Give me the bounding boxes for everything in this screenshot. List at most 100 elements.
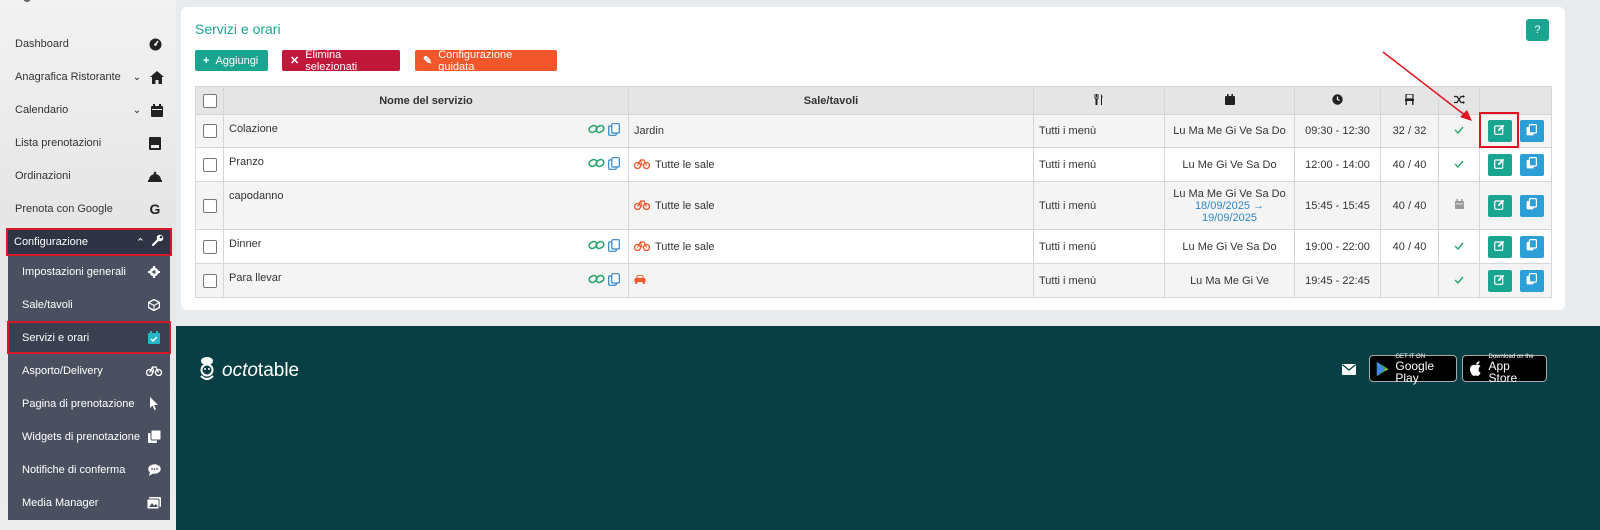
- column-header-days[interactable]: [1164, 86, 1295, 115]
- sidebar-item-media-manager[interactable]: Media Manager: [8, 487, 170, 518]
- row-checkbox[interactable]: [202, 157, 217, 172]
- row-checkbox[interactable]: [202, 124, 217, 138]
- bike-icon: [633, 158, 651, 172]
- google-play-badge[interactable]: GET IT ON Google Play: [1369, 354, 1457, 385]
- sidebar-item-widgets-prenotazione[interactable]: Widgets di prenotazione: [8, 421, 170, 452]
- config-submenu: Impostazioni generali Sale/tavoli Serviz…: [7, 256, 171, 520]
- table-row[interactable]: Colazione Jardin Tutti i menù Lu Ma Me Gi V…: [195, 114, 1552, 148]
- sidebar-item-asporto-delivery[interactable]: Asporto/Delivery: [8, 355, 170, 386]
- table-row[interactable]: Para llevar Tutti i menù Lu Ma Me Gi Ve 19:…: [195, 263, 1552, 298]
- app-store-big: App Store: [1488, 358, 1518, 385]
- sidebar-item-dashboard[interactable]: Dashboard: [0, 29, 176, 59]
- sidebar-item-sale-tavoli[interactable]: Sale/tavoli: [8, 289, 170, 320]
- sidebar-item-configurazione[interactable]: Configurazione ⌃: [6, 228, 172, 256]
- wrench-icon: [151, 234, 164, 250]
- sidebar-item-ordinazioni[interactable]: Ordinazioni: [0, 161, 176, 191]
- column-header-hours[interactable]: [1294, 86, 1381, 115]
- rooms-cell: [628, 263, 1034, 298]
- sidebar-item-prenota-google[interactable]: Prenota con Google G: [0, 194, 176, 224]
- row-checkbox[interactable]: [202, 273, 217, 288]
- plus-icon: +: [203, 54, 210, 67]
- table-row[interactable]: Pranzo Tutte le sale Tutti i menù Lu Me Gi …: [195, 147, 1552, 182]
- hours-cell: 15:45 - 15:45: [1294, 181, 1381, 230]
- sidebar-item-servizi-orari[interactable]: Servizi e orari: [7, 321, 171, 354]
- pencil-icon: ✎: [423, 55, 433, 67]
- covers-cell: [1380, 263, 1439, 298]
- status-cell: [1438, 263, 1480, 298]
- app-store-badge[interactable]: Download on the App Store: [1462, 354, 1547, 385]
- row-checkbox[interactable]: [202, 239, 217, 254]
- menu-cell: Tutti i menù: [1033, 114, 1165, 148]
- copy-icon: [1526, 273, 1538, 288]
- copy-link-icon[interactable]: [608, 123, 620, 139]
- sidebar-item-label: Widgets di prenotazione: [22, 430, 141, 443]
- select-all-checkbox[interactable]: [202, 93, 217, 108]
- close-icon: ✕: [290, 55, 300, 67]
- copy-icon: [1526, 157, 1538, 172]
- chevron-down-icon: ⌄: [132, 104, 142, 116]
- sidebar-item-impostazioni-generali[interactable]: Impostazioni generali: [8, 256, 170, 287]
- help-button[interactable]: ?: [1526, 19, 1549, 41]
- sidebar: Dashboard Anagrafica Ristorante ⌄ Calend…: [0, 0, 176, 530]
- duplicate-button[interactable]: [1519, 269, 1544, 292]
- sidebar-item-calendario[interactable]: Calendario ⌄: [0, 95, 176, 125]
- duplicate-button[interactable]: [1519, 120, 1544, 142]
- duplicate-button[interactable]: [1519, 235, 1544, 258]
- duplicate-button[interactable]: [1519, 153, 1544, 176]
- days-value: Lu Me Gi Ve Sa Do: [1182, 240, 1277, 253]
- link-icon[interactable]: [588, 123, 605, 139]
- sidebar-item-label: Sale/tavoli: [22, 298, 73, 311]
- edit-icon: [1494, 240, 1505, 254]
- chat-icon: [146, 463, 162, 476]
- sidebar-item-notifiche-conferma[interactable]: Notifiche di conferma: [8, 454, 170, 485]
- copy-link-icon[interactable]: [608, 238, 620, 255]
- edit-button[interactable]: [1487, 235, 1512, 258]
- table-row[interactable]: Dinner Tutte le sale Tutti i menù Lu Me Gi …: [195, 229, 1552, 264]
- menu-cell: Tutti i menù: [1033, 229, 1165, 264]
- copy-link-icon[interactable]: [608, 156, 620, 173]
- actions-cell: [1479, 263, 1552, 298]
- select-cell: [195, 114, 224, 148]
- service-name-cell: Dinner: [223, 229, 629, 264]
- days-cell: Lu Me Gi Ve Sa Do: [1164, 147, 1295, 182]
- sidebar-item-lista-prenotazioni[interactable]: Lista prenotazioni: [0, 128, 176, 158]
- sidebar-item-label: Pagina di prenotazione: [22, 397, 135, 410]
- guided-config-button[interactable]: ✎ Configurazione guidata: [415, 48, 557, 73]
- covers-cell: 40 / 40: [1380, 229, 1439, 264]
- column-header-menu[interactable]: [1033, 86, 1165, 115]
- delete-selected-button[interactable]: ✕ Elimina selezionati: [282, 49, 400, 73]
- sidebar-item-label: Impostazioni generali: [22, 265, 126, 278]
- edit-button[interactable]: [1487, 269, 1512, 292]
- days-cell: Lu Ma Me Gi Ve Sa Do 18/09/2025 → 19/09/2…: [1164, 181, 1295, 230]
- row-checkbox[interactable]: [202, 198, 217, 213]
- google-play-big: Google Play: [1395, 358, 1435, 385]
- edit-button[interactable]: [1487, 194, 1512, 217]
- link-icon[interactable]: [588, 157, 605, 173]
- calendar-icon: [148, 103, 166, 117]
- bike-icon: [146, 365, 162, 376]
- table-header-row: Nome del servizio Sale/tavoli: [195, 86, 1552, 115]
- sidebar-item-pagina-prenotazione[interactable]: Pagina di prenotazione: [8, 388, 170, 419]
- duplicate-button[interactable]: [1519, 194, 1544, 217]
- add-button[interactable]: + Aggiungi: [195, 50, 268, 71]
- edit-icon: [1494, 199, 1505, 213]
- guided-button-label: Configurazione guidata: [438, 48, 513, 73]
- column-header-name[interactable]: Nome del servizio: [223, 86, 629, 115]
- service-name: Para llevar: [229, 272, 282, 284]
- menu-cell: Tutti i menù: [1033, 181, 1165, 230]
- services-card: Servizi e orari ? + Aggiungi ✕ Elimina s…: [181, 7, 1565, 310]
- days-cell: Lu Ma Me Gi Ve Sa Do: [1164, 114, 1295, 148]
- gear-icon: [146, 265, 162, 278]
- octotable-logo: octo table: [198, 356, 299, 382]
- link-icon[interactable]: [588, 273, 605, 289]
- column-header-rooms[interactable]: Sale/tavoli: [628, 86, 1034, 115]
- mail-icon[interactable]: [1342, 364, 1356, 378]
- rooms-cell: Tutte le sale: [628, 147, 1034, 182]
- play-icon: [1376, 361, 1389, 376]
- days-value: Lu Ma Me Gi Ve Sa Do: [1173, 187, 1286, 200]
- table-row[interactable]: capodanno Tutte le sale Tutti i menù Lu Ma …: [195, 181, 1552, 230]
- link-icon[interactable]: [588, 239, 605, 255]
- edit-button[interactable]: [1487, 153, 1512, 176]
- sidebar-item-anagrafica[interactable]: Anagrafica Ristorante ⌄: [0, 62, 176, 92]
- copy-link-icon[interactable]: [608, 272, 620, 289]
